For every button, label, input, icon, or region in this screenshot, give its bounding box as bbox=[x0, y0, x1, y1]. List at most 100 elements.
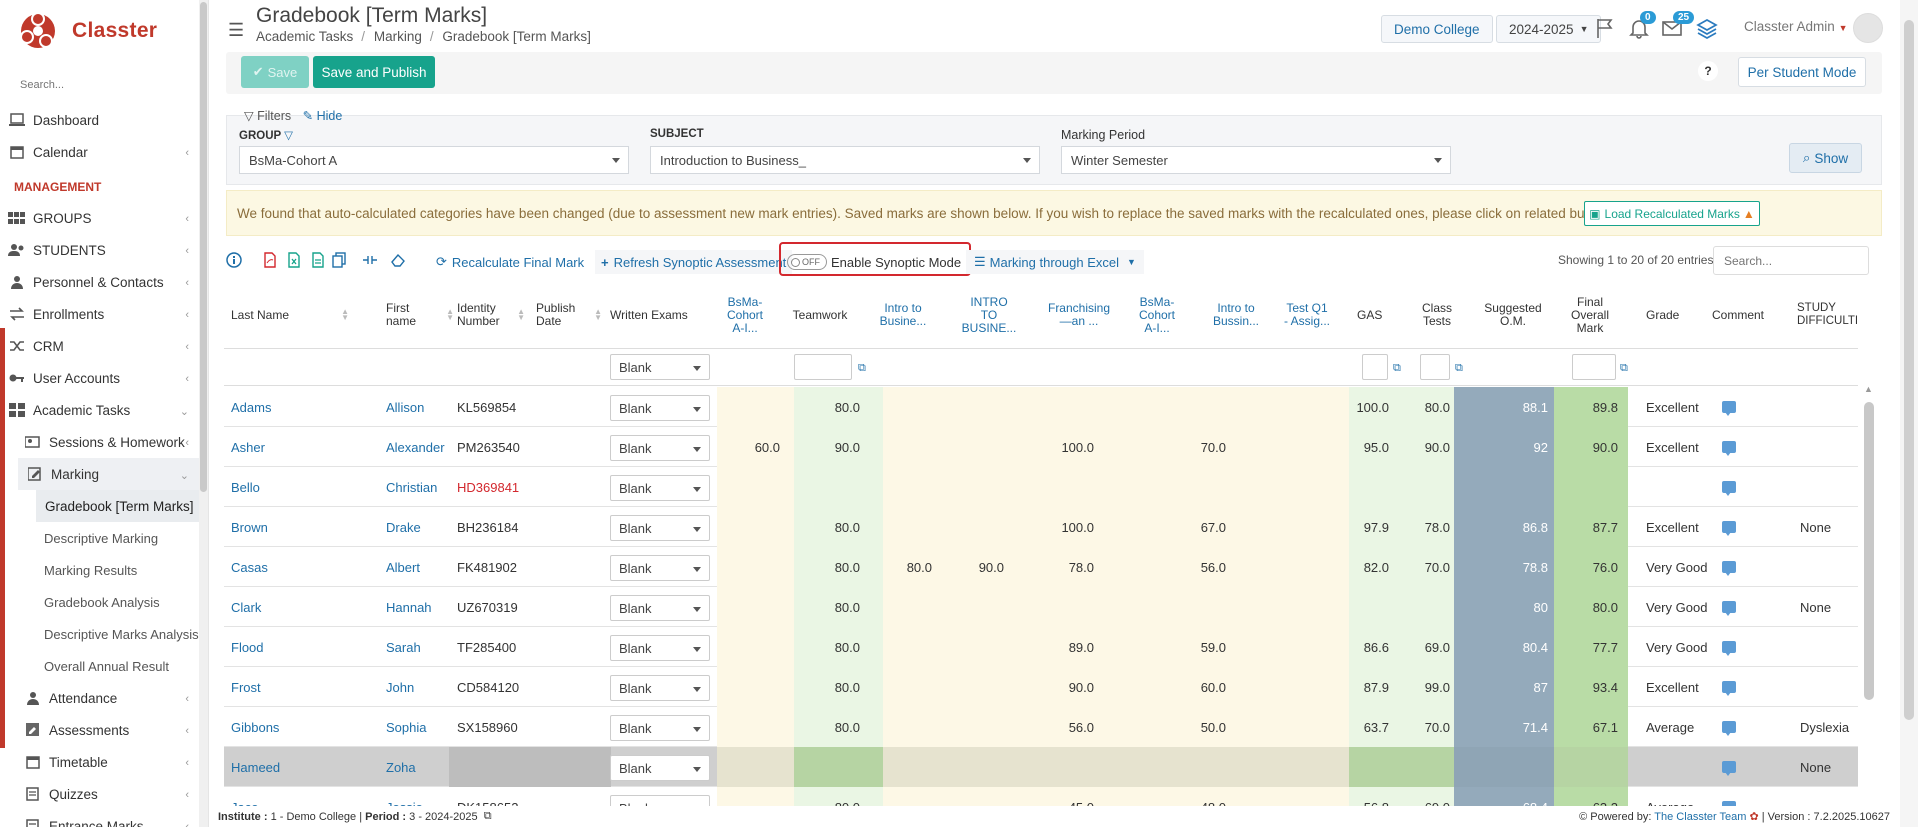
final-filter-input[interactable] bbox=[1572, 354, 1616, 380]
copy-icon[interactable]: ⧉ bbox=[1455, 362, 1463, 375]
comment-icon[interactable] bbox=[1722, 387, 1742, 427]
table-row[interactable]: Flood Sarah TF285400 Blank 80.0 89.0 59.0 86.6 6… bbox=[224, 627, 1858, 667]
col-header-identity[interactable]: Identity Number ▲ ▼ bbox=[457, 282, 527, 348]
last-name-link[interactable]: Asher bbox=[231, 427, 351, 467]
grid-search-input[interactable] bbox=[1713, 246, 1869, 275]
sidebar-item-quizzes[interactable]: Quizzes ‹ bbox=[0, 778, 199, 810]
period-select[interactable]: Winter Semester bbox=[1061, 146, 1451, 174]
col-header-suggested[interactable]: Suggested O.M. bbox=[1478, 282, 1548, 348]
subject-select[interactable]: Introduction to Business_ bbox=[650, 146, 1040, 174]
first-name-link[interactable]: John bbox=[386, 667, 456, 707]
last-name-link[interactable]: Clark bbox=[231, 587, 351, 627]
sidebar-item-sessions[interactable]: Sessions & Homework ‹ bbox=[0, 426, 199, 458]
sidebar-search-input[interactable] bbox=[10, 72, 190, 98]
table-row[interactable]: Clark Hannah UZ670319 Blank 80.0 80 80.0 Very G… bbox=[224, 587, 1858, 627]
comment-icon[interactable] bbox=[1722, 547, 1742, 587]
table-row[interactable]: Gibbons Sophia SX158960 Blank 80.0 56.0 50.0 63… bbox=[224, 707, 1858, 747]
col-header-bsma-2[interactable]: BsMa-Cohort A-I... bbox=[1136, 282, 1178, 348]
flag-icon[interactable] bbox=[1594, 17, 1616, 39]
written-exams-select[interactable]: Blank bbox=[610, 755, 710, 781]
written-exams-select[interactable]: Blank bbox=[610, 435, 710, 461]
last-name-link[interactable]: Flood bbox=[231, 627, 351, 667]
comment-icon[interactable] bbox=[1722, 707, 1742, 747]
table-row[interactable]: Brown Drake BH236184 Blank 80.0 100.0 67.0 97.9… bbox=[224, 507, 1858, 547]
sidebar-item-marking-results[interactable]: Marking Results bbox=[0, 554, 199, 586]
first-name-link[interactable]: Albert bbox=[386, 547, 456, 587]
last-name-link[interactable]: Jace bbox=[231, 787, 351, 807]
table-row[interactable]: JaceJessieDK158652Blank80.045.048.056.86… bbox=[224, 787, 1858, 806]
sidebar-item-calendar[interactable]: Calendar ‹ bbox=[0, 136, 199, 168]
sidebar-item-overall-annual[interactable]: Overall Annual Result bbox=[0, 650, 199, 682]
first-name-link[interactable]: Jessie bbox=[386, 787, 456, 807]
notifications-button[interactable]: 0 bbox=[1628, 11, 1656, 39]
comment-icon[interactable] bbox=[1722, 667, 1742, 707]
sidebar-item-academic-tasks[interactable]: Academic Tasks ⌄ bbox=[0, 394, 199, 426]
col-header-grade[interactable]: Grade bbox=[1646, 282, 1686, 348]
sidebar-scrollbar[interactable] bbox=[199, 0, 208, 827]
col-header-comment[interactable]: Comment bbox=[1712, 282, 1764, 348]
messages-button[interactable]: 25 bbox=[1661, 11, 1695, 39]
col-header-final[interactable]: Final Overall Mark bbox=[1569, 282, 1611, 348]
col-header-intro-3[interactable]: Intro to Bussin... bbox=[1210, 282, 1262, 348]
sidebar-item-user-accounts[interactable]: User Accounts ‹ bbox=[0, 362, 199, 394]
written-exams-select[interactable]: Blank bbox=[610, 715, 710, 741]
table-row[interactable]: Bello Christian HD369841 Blank bbox=[224, 467, 1858, 507]
comment-icon[interactable] bbox=[1722, 587, 1742, 627]
col-header-intro-2[interactable]: INTRO TO BUSINE... bbox=[962, 282, 1017, 348]
synoptic-mode-toggle[interactable]: OFF bbox=[787, 254, 827, 270]
col-header-gas[interactable]: GAS bbox=[1357, 282, 1397, 348]
comment-icon[interactable] bbox=[1722, 747, 1742, 787]
hide-filters-link[interactable]: ✎ Hide bbox=[303, 109, 343, 123]
written-exams-select[interactable]: Blank bbox=[610, 675, 710, 701]
written-exams-select[interactable]: Blank bbox=[610, 475, 710, 501]
breadcrumb-item[interactable]: Academic Tasks bbox=[256, 29, 353, 44]
recalculate-final-mark-button[interactable]: ⟳ Recalculate Final Mark bbox=[436, 250, 584, 274]
classter-team-link[interactable]: The Classter Team bbox=[1654, 811, 1746, 823]
last-name-link[interactable]: Hameed bbox=[231, 747, 351, 787]
last-name-link[interactable]: Frost bbox=[231, 667, 351, 707]
written-exams-select[interactable]: Blank bbox=[610, 795, 710, 806]
sidebar-item-crm[interactable]: CRM ‹ bbox=[0, 330, 199, 362]
first-name-link[interactable]: Sarah bbox=[386, 627, 456, 667]
sidebar-item-groups[interactable]: GROUPS ‹ bbox=[0, 202, 199, 234]
copy-icon[interactable]: ⧉ bbox=[1620, 362, 1628, 375]
first-name-link[interactable]: Drake bbox=[386, 507, 456, 547]
table-row[interactable]: Frost John CD584120 Blank 80.0 90.0 60.0 87.9 99… bbox=[224, 667, 1858, 707]
first-name-link[interactable]: Allison bbox=[386, 387, 456, 427]
last-name-link[interactable]: Casas bbox=[231, 547, 351, 587]
year-dropdown[interactable]: 2024-2025 ▼ bbox=[1496, 15, 1602, 43]
col-header-test-q1[interactable]: Test Q1 - Assig... bbox=[1284, 282, 1330, 348]
table-row[interactable]: Asher Alexander PM263540 Blank 60.0 90.0 100.0… bbox=[224, 427, 1858, 467]
table-scrollbar[interactable]: ▲ bbox=[1862, 382, 1876, 806]
comment-icon[interactable] bbox=[1722, 467, 1742, 507]
table-scroll-thumb[interactable] bbox=[1864, 402, 1874, 700]
sidebar-item-marking[interactable]: Marking ⌄ bbox=[18, 458, 199, 490]
written-exams-select[interactable]: Blank bbox=[610, 595, 710, 621]
breadcrumb-item[interactable]: Marking bbox=[374, 29, 422, 44]
info-icon[interactable] bbox=[226, 252, 242, 268]
col-header-publish-date[interactable]: Publish Date ▲ ▼ bbox=[536, 282, 604, 348]
sidebar-item-descriptive-marks-analysis[interactable]: Descriptive Marks Analysis bbox=[0, 618, 199, 650]
layers-icon[interactable] bbox=[1696, 17, 1718, 39]
col-header-last-name[interactable]: Last Name ▲ ▼ bbox=[231, 282, 351, 348]
col-header-teamwork[interactable]: Teamwork bbox=[790, 282, 850, 348]
copy-icon[interactable]: ⧉ bbox=[1393, 362, 1401, 375]
teamwork-filter-input[interactable] bbox=[794, 354, 852, 380]
sidebar-item-gradebook-analysis[interactable]: Gradebook Analysis bbox=[0, 586, 199, 618]
gas-filter-input[interactable] bbox=[1362, 354, 1388, 380]
last-name-link[interactable]: Brown bbox=[231, 507, 351, 547]
save-and-publish-button[interactable]: Save and Publish bbox=[313, 56, 435, 88]
table-row[interactable]: Hameed Zoha Blank None bbox=[224, 747, 1858, 787]
load-recalculated-button[interactable]: ▣ Load Recalculated Marks ▲ bbox=[1584, 201, 1760, 226]
table-row[interactable]: Casas Albert FK481902 Blank 80.0 80.0 90.0 78.0… bbox=[224, 547, 1858, 587]
col-header-bsma-1[interactable]: BsMa-Cohort A-I... bbox=[720, 282, 770, 348]
copy-icon[interactable]: ⧉ bbox=[858, 362, 866, 375]
col-header-first-name[interactable]: First name ▲ ▼ bbox=[386, 282, 456, 348]
first-name-link[interactable]: Hannah bbox=[386, 587, 456, 627]
collapse-icon[interactable] bbox=[362, 252, 378, 268]
group-select[interactable]: BsMa-Cohort A bbox=[239, 146, 629, 174]
first-name-link[interactable]: Alexander bbox=[386, 427, 456, 467]
comment-icon[interactable] bbox=[1722, 427, 1742, 467]
csv-icon[interactable] bbox=[310, 252, 326, 268]
first-name-link[interactable]: Christian bbox=[386, 467, 456, 507]
